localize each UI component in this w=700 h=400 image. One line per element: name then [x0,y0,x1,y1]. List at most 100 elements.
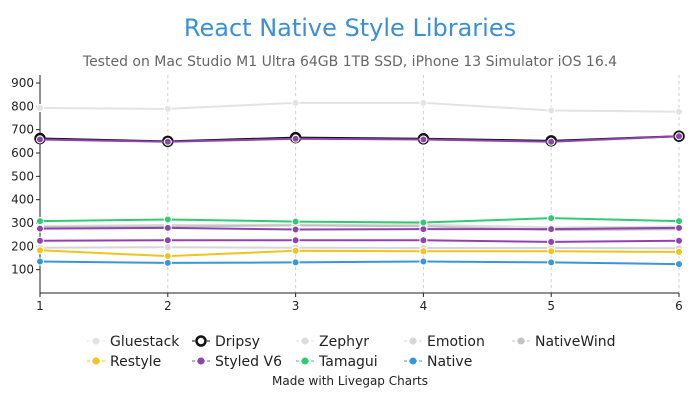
data-point [419,247,428,256]
legend-label: Styled V6 [215,354,282,370]
data-point [36,257,44,266]
data-point [419,257,428,266]
data-point [291,217,300,226]
data-point [419,135,428,144]
y-tick-label: 900 [11,76,34,90]
chart-title: React Native Style Libraries [184,14,516,42]
legend-label: Tamagui [318,354,378,370]
data-point [163,258,172,267]
data-point [291,134,300,143]
y-tick-label: 700 [11,123,34,137]
data-point [163,252,172,261]
x-tick-label: 5 [547,299,555,313]
data-point [675,247,683,256]
data-point [419,236,428,245]
legend-swatch-marker [197,357,205,365]
data-point [547,258,556,267]
data-point [291,246,300,255]
series-line-tamagui [39,217,680,224]
data-point [163,104,172,113]
data-point [291,236,300,245]
legend-item-native[interactable]: Native [404,354,472,370]
legend[interactable]: Gluestack Dripsy Zephyr Emotion NativeWind Re… [87,334,616,370]
data-point [36,103,44,112]
legend-label: Native [427,354,472,370]
data-point [163,236,172,245]
legend-label: Gluestack [110,334,180,350]
line-chart: React Native Style Libraries Tested on M… [11,14,685,388]
legend-swatch-marker [92,357,100,365]
y-tick-label: 500 [11,169,34,183]
series-line-native [39,260,680,266]
data-point [163,215,172,224]
legend-item-emotion[interactable]: Emotion [404,334,485,350]
data-point [547,106,556,115]
data-point [675,223,683,232]
legend-item-restyle[interactable]: Restyle [87,354,161,370]
data-point [547,247,556,256]
data-point [36,224,44,233]
legend-item-dripsy[interactable]: Dripsy [192,334,260,350]
data-point [163,243,172,252]
legend-swatch-marker [409,337,417,345]
legend-label: Restyle [110,354,161,370]
series-line-restyle [39,249,680,258]
data-point [547,237,556,246]
data-point [163,223,172,232]
credit-text: Made with Livegap Charts [272,374,428,388]
series-line-styled-v6 [39,226,680,231]
series-styled-v6 [36,236,683,246]
legend-item-nativewind[interactable]: NativeWind [512,334,616,350]
x-tick-label: 4 [420,299,428,313]
data-point [675,236,683,245]
data-point [419,218,428,227]
data-point [675,260,683,269]
data-point [675,217,683,226]
chart-subtitle: Tested on Mac Studio M1 Ultra 64GB 1TB S… [82,54,617,70]
data-point [36,236,44,245]
data-point [675,107,683,116]
legend-label: Dripsy [215,334,260,350]
data-point [675,132,683,141]
y-tick-label: 400 [11,193,34,207]
series-native [36,257,683,269]
data-point [547,137,556,146]
x-tick-label: 3 [292,299,300,313]
data-point [547,214,556,223]
series-line-emotion [39,246,680,250]
legend-label: NativeWind [535,334,616,350]
data-point [163,137,172,146]
data-point [291,225,300,234]
data-point [36,246,44,255]
legend-swatch-marker [301,337,309,345]
series-line-styled-v6 [39,239,680,243]
legend-swatch-marker [92,337,100,345]
data-point [36,217,44,226]
data-point [291,98,300,107]
legend-item-gluestack[interactable]: Gluestack [87,334,180,350]
legend-item-tamagui[interactable]: Tamagui [296,354,378,370]
y-tick-label: 200 [11,239,34,253]
data-point [291,258,300,267]
series-line-gluestack [39,101,680,113]
data-point [419,98,428,107]
y-tick-label: 800 [11,99,34,113]
data-point [36,135,44,144]
legend-item-zephyr[interactable]: Zephyr [296,334,369,350]
y-tick-label: 600 [11,146,34,160]
x-tick-label: 2 [164,299,172,313]
x-tick-label: 1 [36,299,44,313]
data-point [547,225,556,234]
legend-swatch-marker [409,357,417,365]
legend-swatch-marker [195,335,207,347]
y-tick-label: 100 [11,263,34,277]
legend-swatch-marker [301,357,309,365]
x-tick-label: 6 [675,299,683,313]
y-tick-label: 300 [11,216,34,230]
legend-label: Emotion [427,334,485,350]
series-gluestack [36,98,683,116]
series-layer [34,98,685,269]
legend-item-styled-v6[interactable]: Styled V6 [192,354,282,370]
legend-swatch-marker [517,337,525,345]
legend-label: Zephyr [319,334,369,350]
